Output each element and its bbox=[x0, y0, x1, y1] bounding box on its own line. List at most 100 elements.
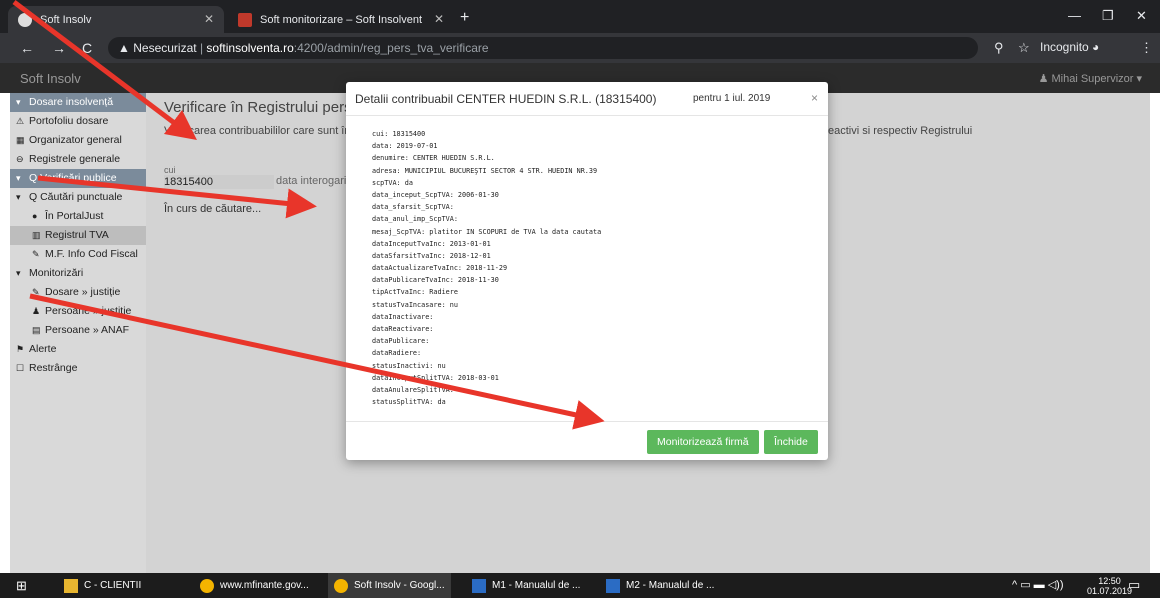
sidebar-item[interactable]: ▤ Persoane » ANAF bbox=[10, 321, 146, 340]
sidebar-item[interactable]: ● În PortalJust bbox=[10, 207, 146, 226]
monitor-company-button[interactable]: Monitorizează firmă bbox=[647, 430, 759, 454]
zoom-icon[interactable]: ⚲ bbox=[994, 40, 1004, 56]
sidebar-item[interactable]: ✎ M.F. Info Cod Fiscal bbox=[10, 245, 146, 264]
taskbar-item[interactable]: www.mfinante.gov... bbox=[200, 573, 309, 598]
sidebar-item-icon: ☐ bbox=[16, 363, 25, 373]
reload-icon[interactable]: C bbox=[82, 40, 92, 56]
url-host: softinsolventa.ro bbox=[206, 41, 294, 55]
tab-soft-monitorizare[interactable]: Soft monitorizare – Soft Insolvent ✕ bbox=[228, 6, 454, 33]
detail-line: adresa: MUNICIPIUL BUCUREŞTI SECTOR 4 ST… bbox=[372, 166, 598, 175]
detail-line: dataInactivare: bbox=[372, 312, 434, 321]
sidebar-item-label: Persoane » ANAF bbox=[45, 324, 130, 336]
document-icon bbox=[606, 578, 620, 593]
sidebar-item[interactable]: ▾ Monitorizări bbox=[10, 264, 146, 283]
bookmark-star-icon[interactable]: ☆ bbox=[1018, 40, 1030, 56]
sidebar-item-label: Q Verificări publice bbox=[29, 172, 117, 184]
user-menu[interactable]: ♟ Mihai Supervizor ▾ bbox=[1039, 72, 1142, 85]
sidebar-item-icon: ▤ bbox=[32, 325, 41, 335]
modal-footer-divider bbox=[346, 421, 828, 422]
new-tab-icon[interactable]: + bbox=[460, 9, 469, 27]
sidebar-item-icon: ⚠ bbox=[16, 116, 25, 126]
detail-line: dataAnulareSplitTVA: bbox=[372, 385, 454, 394]
sidebar-item-icon: ⚑ bbox=[16, 344, 25, 354]
detail-line: dataInceputSplitTVA: 2018-03-01 bbox=[372, 373, 499, 382]
forward-icon[interactable]: → bbox=[52, 40, 66, 56]
close-button[interactable]: Închide bbox=[764, 430, 818, 454]
detail-line: denumire: CENTER HUEDIN S.R.L. bbox=[372, 154, 495, 163]
cui-input[interactable] bbox=[164, 175, 274, 189]
detail-line: dataInceputTvaInc: 2013-01-01 bbox=[372, 239, 491, 248]
app-brand[interactable]: Soft Insolv bbox=[20, 71, 81, 86]
close-window-icon[interactable]: ✕ bbox=[1136, 8, 1147, 24]
sidebar-item-icon: ● bbox=[32, 211, 38, 221]
sidebar-item-label: Registrele generale bbox=[29, 153, 121, 165]
sidebar-item-label: Q Căutări punctuale bbox=[29, 191, 123, 203]
sidebar-item-label: Dosare insolvență bbox=[29, 96, 114, 108]
system-tray[interactable]: ^ ▭ ▬ ◁)) bbox=[1012, 578, 1064, 591]
sidebar-item[interactable]: ⚑ Alerte bbox=[10, 340, 146, 359]
sidebar-item[interactable]: ▥ Registrul TVA bbox=[10, 226, 146, 245]
close-icon[interactable]: × bbox=[811, 91, 818, 105]
sidebar-item[interactable]: ▾ Dosare insolvență bbox=[10, 93, 146, 112]
windows-icon: ⊞ bbox=[16, 577, 27, 593]
menu-icon[interactable]: ⋮ bbox=[1140, 40, 1153, 56]
sidebar-item-label: Portofoliu dosare bbox=[29, 115, 109, 127]
close-tab-icon[interactable]: ✕ bbox=[434, 12, 444, 26]
tab-title: Soft Insolv bbox=[40, 13, 92, 26]
detail-line: statusSplitTVA: da bbox=[372, 398, 446, 407]
sidebar-item-icon: ✎ bbox=[32, 249, 40, 259]
modal-body: cui: 18315400 data: 2019-07-01 denumire: C… bbox=[372, 130, 812, 410]
monitor-icon bbox=[238, 12, 252, 27]
search-status: În curs de căutare... bbox=[164, 203, 262, 215]
taxpayer-details-modal: Detalii contribuabil CENTER HUEDIN S.R.L… bbox=[346, 82, 828, 460]
incognito-badge[interactable]: Incognito ◕ bbox=[1040, 40, 1099, 54]
sidebar: ▾ Dosare insolvență ⚠ Portofoliu dosare ▦ Org… bbox=[10, 93, 146, 573]
sidebar-item[interactable]: ☐ Restrânge bbox=[10, 359, 146, 378]
detail-line: data_sfarsit_ScpTVA: bbox=[372, 203, 454, 212]
modal-title: Detalii contribuabil CENTER HUEDIN S.R.L… bbox=[355, 92, 657, 106]
address-bar[interactable]: ▲ Nesecurizat | softinsolventa.ro:4200/a… bbox=[108, 37, 978, 59]
sidebar-item[interactable]: ✎ Dosare » justiție bbox=[10, 283, 146, 302]
sidebar-item-label: Dosare » justiție bbox=[45, 286, 121, 298]
minimize-icon[interactable]: — bbox=[1068, 8, 1081, 23]
chrome-icon bbox=[200, 578, 214, 593]
detail-line: dataRadiere: bbox=[372, 349, 422, 358]
detail-line: data_inceput_ScpTVA: 2006-01-30 bbox=[372, 190, 499, 199]
sidebar-item[interactable]: ♟ Persoane » justiție bbox=[10, 302, 146, 321]
close-tab-icon[interactable]: ✕ bbox=[204, 12, 214, 26]
start-button[interactable]: ⊞ bbox=[16, 573, 27, 598]
taskbar-item[interactable]: M2 - Manualul de ... bbox=[606, 573, 714, 598]
detail-line: dataSfarsitTvaInc: 2018-12-01 bbox=[372, 251, 491, 260]
sidebar-item-icon: ▾ bbox=[16, 192, 21, 202]
taskbar-item[interactable]: M1 - Manualul de ... bbox=[472, 573, 580, 598]
sidebar-item-label: Monitorizări bbox=[29, 267, 84, 279]
sidebar-item-icon: ♟ bbox=[32, 306, 41, 316]
maximize-icon[interactable]: ❐ bbox=[1102, 8, 1114, 24]
detail-line: dataPublicareTvaInc: 2018-11-30 bbox=[372, 276, 499, 285]
sidebar-item-label: M.F. Info Cod Fiscal bbox=[45, 248, 138, 260]
sidebar-item[interactable]: ⊖ Registrele generale bbox=[10, 150, 146, 169]
notifications-icon[interactable]: ▭ bbox=[1128, 577, 1140, 593]
sidebar-item[interactable]: ▦ Organizator general bbox=[10, 131, 146, 150]
tab-title: Soft monitorizare – Soft Insolvent bbox=[260, 13, 423, 26]
tab-soft-insolv[interactable]: Soft Insolv ✕ bbox=[8, 6, 224, 33]
data-interogare-label: data interogarii bbox=[276, 175, 349, 187]
sidebar-item-label: Restrânge bbox=[29, 362, 78, 374]
detail-line: tipActTvaInc: Radiere bbox=[372, 288, 458, 297]
detail-line: dataActualizareTvaInc: 2018-11-29 bbox=[372, 264, 508, 273]
taskbar-item[interactable]: C - CLIENTII bbox=[64, 573, 141, 598]
taskbar-item[interactable]: Soft Insolv - Googl... bbox=[328, 573, 451, 598]
sidebar-item[interactable]: ⚠ Portofoliu dosare bbox=[10, 112, 146, 131]
incognito-icon: ◕ bbox=[1092, 40, 1100, 54]
sidebar-item[interactable]: ▾ Q Verificări publice bbox=[10, 169, 146, 188]
back-icon[interactable]: ← bbox=[20, 40, 34, 56]
detail-line: dataPublicare: bbox=[372, 337, 430, 346]
sidebar-item[interactable]: ▾ Q Căutări punctuale bbox=[10, 188, 146, 207]
clock[interactable]: 12:50 01.07.2019 bbox=[1087, 576, 1132, 596]
detail-line: data_anul_imp_ScpTVA: bbox=[372, 215, 458, 224]
modal-date: pentru 1 iul. 2019 bbox=[693, 93, 771, 104]
sidebar-item-label: Organizator general bbox=[29, 134, 122, 146]
detail-line: dataReactivare: bbox=[372, 325, 434, 333]
sidebar-item-icon: ✎ bbox=[32, 287, 40, 297]
cui-label: cui bbox=[164, 165, 176, 175]
